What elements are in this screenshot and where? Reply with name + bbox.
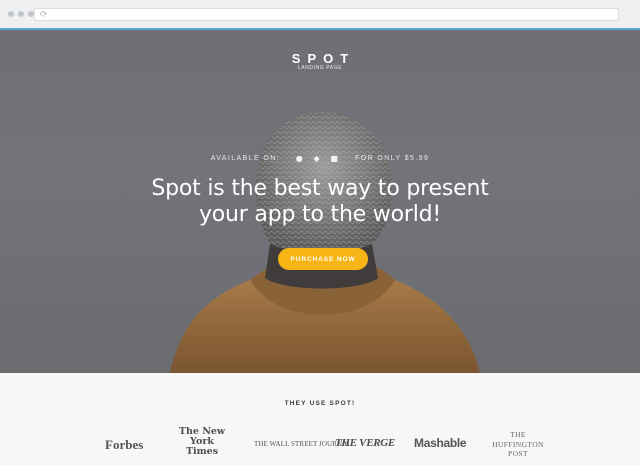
mashable-logo: Mashable — [414, 436, 467, 450]
hero-headline-line-2: your app to the world! — [198, 202, 442, 227]
browser-toolbar: ⟳ — [0, 0, 640, 29]
minimize-window-button[interactable] — [18, 11, 24, 17]
android-icon[interactable]: ◆ — [313, 154, 321, 163]
site-logo[interactable]: SPOT — [0, 51, 640, 66]
the-verge-logo: THE VERGE — [335, 437, 395, 449]
press-section: THEY USE SPOT! Forbes The New York Times… — [0, 373, 640, 465]
site-tagline: LANDING PAGE — [297, 65, 343, 71]
price-text: FOR ONLY $5.99 — [355, 155, 430, 162]
windows-icon[interactable]: ■ — [330, 154, 339, 163]
address-bar[interactable]: ⟳ — [34, 8, 619, 21]
reload-icon[interactable]: ⟳ — [40, 10, 48, 20]
hero-headline-line-1: Spot is the best way to present — [151, 176, 489, 201]
close-window-button[interactable] — [8, 11, 14, 17]
hero-section: SPOT LANDING PAGE AVAILABLE ON: ● ◆ ■ FO… — [0, 30, 640, 373]
availability-label: AVAILABLE ON: — [210, 155, 280, 162]
press-heading: THEY USE SPOT! — [284, 400, 356, 407]
hero-headline: Spot is the best way to present your app… — [100, 176, 540, 228]
apple-icon[interactable]: ● — [296, 154, 304, 163]
forbes-logo: Forbes — [105, 437, 144, 452]
availability-row: AVAILABLE ON: ● ◆ ■ FOR ONLY $5.99 — [0, 154, 640, 163]
purchase-now-button[interactable]: PURCHASE NOW — [278, 248, 368, 270]
nyt-logo: The New York Times — [178, 426, 226, 457]
window-controls — [8, 11, 34, 17]
huffington-post-logo: THE HUFFINGTON POST — [492, 430, 544, 458]
